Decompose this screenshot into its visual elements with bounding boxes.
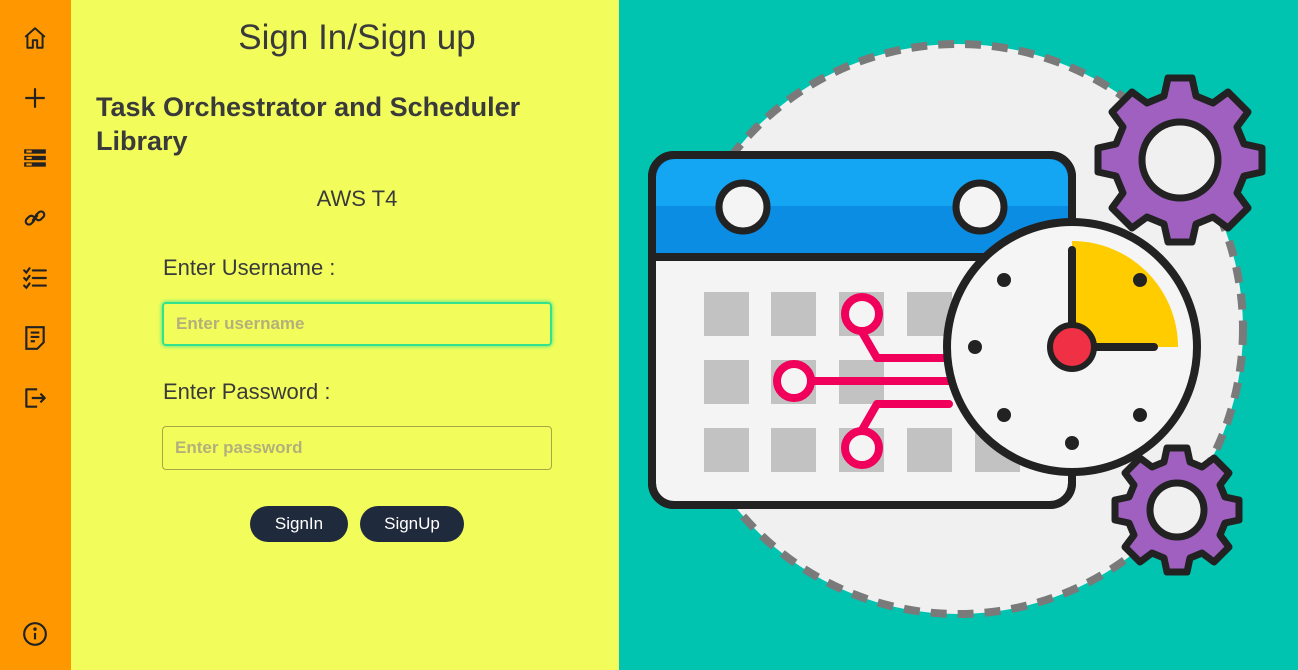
gear-icon-large: [1094, 74, 1266, 246]
link-icon[interactable]: [21, 204, 49, 232]
tagline: AWS T4: [316, 186, 398, 211]
list-icon[interactable]: [21, 144, 49, 172]
username-label: Enter Username :: [163, 255, 336, 280]
signin-button[interactable]: SignIn: [250, 506, 348, 542]
clock-icon: [943, 218, 1201, 476]
password-input[interactable]: [162, 426, 552, 470]
document-icon[interactable]: [21, 324, 49, 352]
home-icon[interactable]: [21, 24, 49, 52]
info-icon[interactable]: [21, 620, 49, 648]
app-subtitle: Task Orchestrator and Scheduler Library: [96, 92, 521, 156]
signup-button[interactable]: SignUp: [360, 506, 464, 542]
login-panel: Sign In/Sign up Task Orchestrator and Sc…: [71, 0, 619, 670]
username-input[interactable]: [162, 302, 552, 346]
logout-icon[interactable]: [21, 384, 49, 412]
plus-icon[interactable]: [21, 84, 49, 112]
password-label: Enter Password :: [163, 379, 331, 404]
checklist-icon[interactable]: [21, 264, 49, 292]
sidebar: [0, 0, 71, 670]
scheduler-illustration: [619, 0, 1298, 670]
gear-icon-small: [1111, 444, 1243, 576]
page-title: Sign In/Sign up: [238, 18, 476, 57]
